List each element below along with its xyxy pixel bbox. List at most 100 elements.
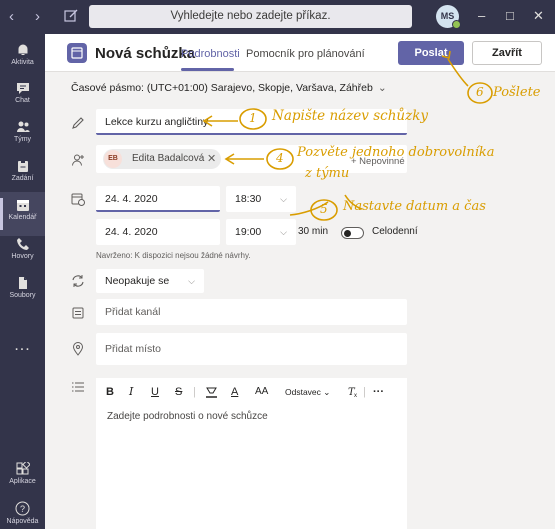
rail-item-assignments[interactable]: Zadání <box>0 153 45 197</box>
rail-item-apps[interactable]: Aplikace <box>0 456 45 500</box>
svg-text:?: ? <box>20 504 25 514</box>
rail-item-calls[interactable]: Hovory <box>0 231 45 275</box>
highlight-icon[interactable] <box>205 385 218 398</box>
repeat-select[interactable]: Neopakuje se ⌵ <box>96 269 204 293</box>
minimize-icon[interactable]: – <box>478 8 485 23</box>
channel-icon <box>72 307 84 319</box>
chevron-down-icon: ⌵ <box>188 276 195 286</box>
start-time-value: 18:30 <box>235 193 262 205</box>
title-bar: ‹ › Vyhledejte nebo zadejte příkaz. MS –… <box>0 0 555 34</box>
timezone-selector[interactable]: Časové pásmo: (UTC+01:00) Sarajevo, Skop… <box>71 82 387 94</box>
details-icon <box>72 382 84 392</box>
annotation-number: 1 <box>249 111 257 125</box>
strikethrough-button[interactable]: S <box>175 385 182 399</box>
bold-button[interactable]: B <box>106 385 114 399</box>
attendee-name: Edita Badalcová <box>132 153 205 164</box>
toolbar-divider: | <box>363 386 366 398</box>
timezone-label: Časové pásmo: (UTC+01:00) Sarajevo, Skop… <box>71 82 373 94</box>
svg-text:x: x <box>354 393 357 398</box>
location-placeholder: Přidat místo <box>105 343 162 355</box>
avatar-initials: MS <box>440 11 455 21</box>
channel-placeholder: Přidat kanál <box>105 306 161 318</box>
start-date-value: 24. 4. 2020 <box>105 193 158 205</box>
more-apps-icon[interactable]: ... <box>0 337 45 355</box>
annotation-text: Pozvěte jednoho dobrovolníka <box>297 145 495 160</box>
rail-label: Hovory <box>11 253 34 260</box>
end-time-select[interactable]: 19:00 ⌵ <box>226 219 296 245</box>
chevron-down-icon: ⌄ <box>323 387 331 397</box>
teams-icon <box>16 121 29 132</box>
paragraph-label: Odstavec <box>285 387 321 397</box>
duration-label: 30 min <box>298 226 329 237</box>
annotation-text: Napište název schůzky <box>272 108 429 124</box>
assignments-icon <box>17 160 28 172</box>
repeat-value: Neopakuje se <box>105 275 170 287</box>
italic-button[interactable]: I <box>129 385 133 399</box>
paragraph-select[interactable]: Odstavec ⌄ <box>285 385 330 399</box>
send-button[interactable]: Poslat <box>398 41 464 65</box>
files-icon <box>18 277 27 289</box>
clear-formatting-icon[interactable]: Tx <box>347 385 359 398</box>
rail-label: Aplikace <box>9 478 36 485</box>
annotation-text: z týmu <box>305 166 350 181</box>
location-input[interactable]: Přidat místo <box>96 333 407 365</box>
meeting-header: Nová schůzka Podrobnosti Pomocník pro pl… <box>45 34 555 72</box>
chevron-down-icon: ⌵ <box>280 194 287 204</box>
annotation-number: 4 <box>276 151 284 165</box>
more-options-icon[interactable]: ··· <box>373 385 384 399</box>
rail-item-calendar[interactable]: Kalendář <box>0 192 45 236</box>
annotation-number: 5 <box>320 202 328 216</box>
tab-scheduling-assistant[interactable]: Pomocník pro plánování <box>246 48 365 60</box>
calendar-icon <box>16 200 29 211</box>
attendee-avatar: EB <box>104 150 122 168</box>
repeat-icon <box>72 275 84 287</box>
all-day-toggle[interactable] <box>341 227 364 239</box>
toggle-knob <box>344 229 351 237</box>
chevron-down-icon: ⌵ <box>280 227 287 237</box>
rail-item-files[interactable]: Soubory <box>0 270 45 314</box>
close-button[interactable]: Zavřít <box>472 41 542 65</box>
apps-icon <box>16 462 30 475</box>
search-input[interactable]: Vyhledejte nebo zadejte příkaz. <box>89 5 412 28</box>
avatar[interactable]: MS <box>436 5 461 29</box>
font-color-button[interactable]: A <box>231 385 238 399</box>
help-icon: ? <box>15 501 30 516</box>
maximize-icon[interactable]: □ <box>506 8 514 23</box>
chevron-right-icon[interactable]: › <box>35 9 40 24</box>
channel-input[interactable]: Přidat kanál <box>96 299 407 325</box>
rail-label: Chat <box>15 97 30 104</box>
end-date-picker[interactable]: 24. 4. 2020 <box>96 219 220 245</box>
font-size-button[interactable]: AA <box>255 385 268 399</box>
start-time-select[interactable]: 18:30 ⌵ <box>226 186 296 212</box>
rail-label: Týmy <box>13 136 32 143</box>
rail-item-teams[interactable]: Týmy <box>0 114 45 158</box>
end-time-value: 19:00 <box>235 226 262 238</box>
underline-button[interactable]: U <box>151 385 159 399</box>
add-people-icon <box>72 154 84 166</box>
details-editor[interactable] <box>96 378 407 529</box>
rail-label: Aktivita <box>11 59 34 66</box>
phone-icon <box>16 238 29 250</box>
chevron-down-icon: ⌄ <box>377 82 387 94</box>
start-date-picker[interactable]: 24. 4. 2020 <box>96 186 220 212</box>
presence-icon <box>452 20 461 29</box>
attendee-chip[interactable]: EB Edita Badalcová ✕ <box>103 149 221 169</box>
chevron-left-icon[interactable]: ‹ <box>9 9 14 24</box>
rail-label: Nápověda <box>6 518 39 525</box>
location-icon <box>72 342 84 356</box>
remove-attendee-icon[interactable]: ✕ <box>207 152 216 165</box>
suggestions-text: Navrženo: K dispozici nejsou žádné návrh… <box>96 251 251 260</box>
annotation-number: 6 <box>476 85 484 99</box>
compose-icon[interactable] <box>64 9 78 23</box>
rail-label: Soubory <box>9 292 36 299</box>
chat-icon <box>16 83 29 94</box>
rail-label: Kalendář <box>8 214 37 221</box>
close-icon[interactable]: ✕ <box>533 8 544 23</box>
rail-label: Zadání <box>11 175 34 182</box>
active-tab-indicator <box>181 68 234 71</box>
rail-item-help[interactable]: ? Nápověda <box>0 495 45 529</box>
all-day-label: Celodenní <box>372 226 418 237</box>
tab-details[interactable]: Podrobnosti <box>181 48 240 60</box>
toolbar-divider: | <box>193 386 196 398</box>
rail-item-chat[interactable]: Chat <box>0 75 45 119</box>
